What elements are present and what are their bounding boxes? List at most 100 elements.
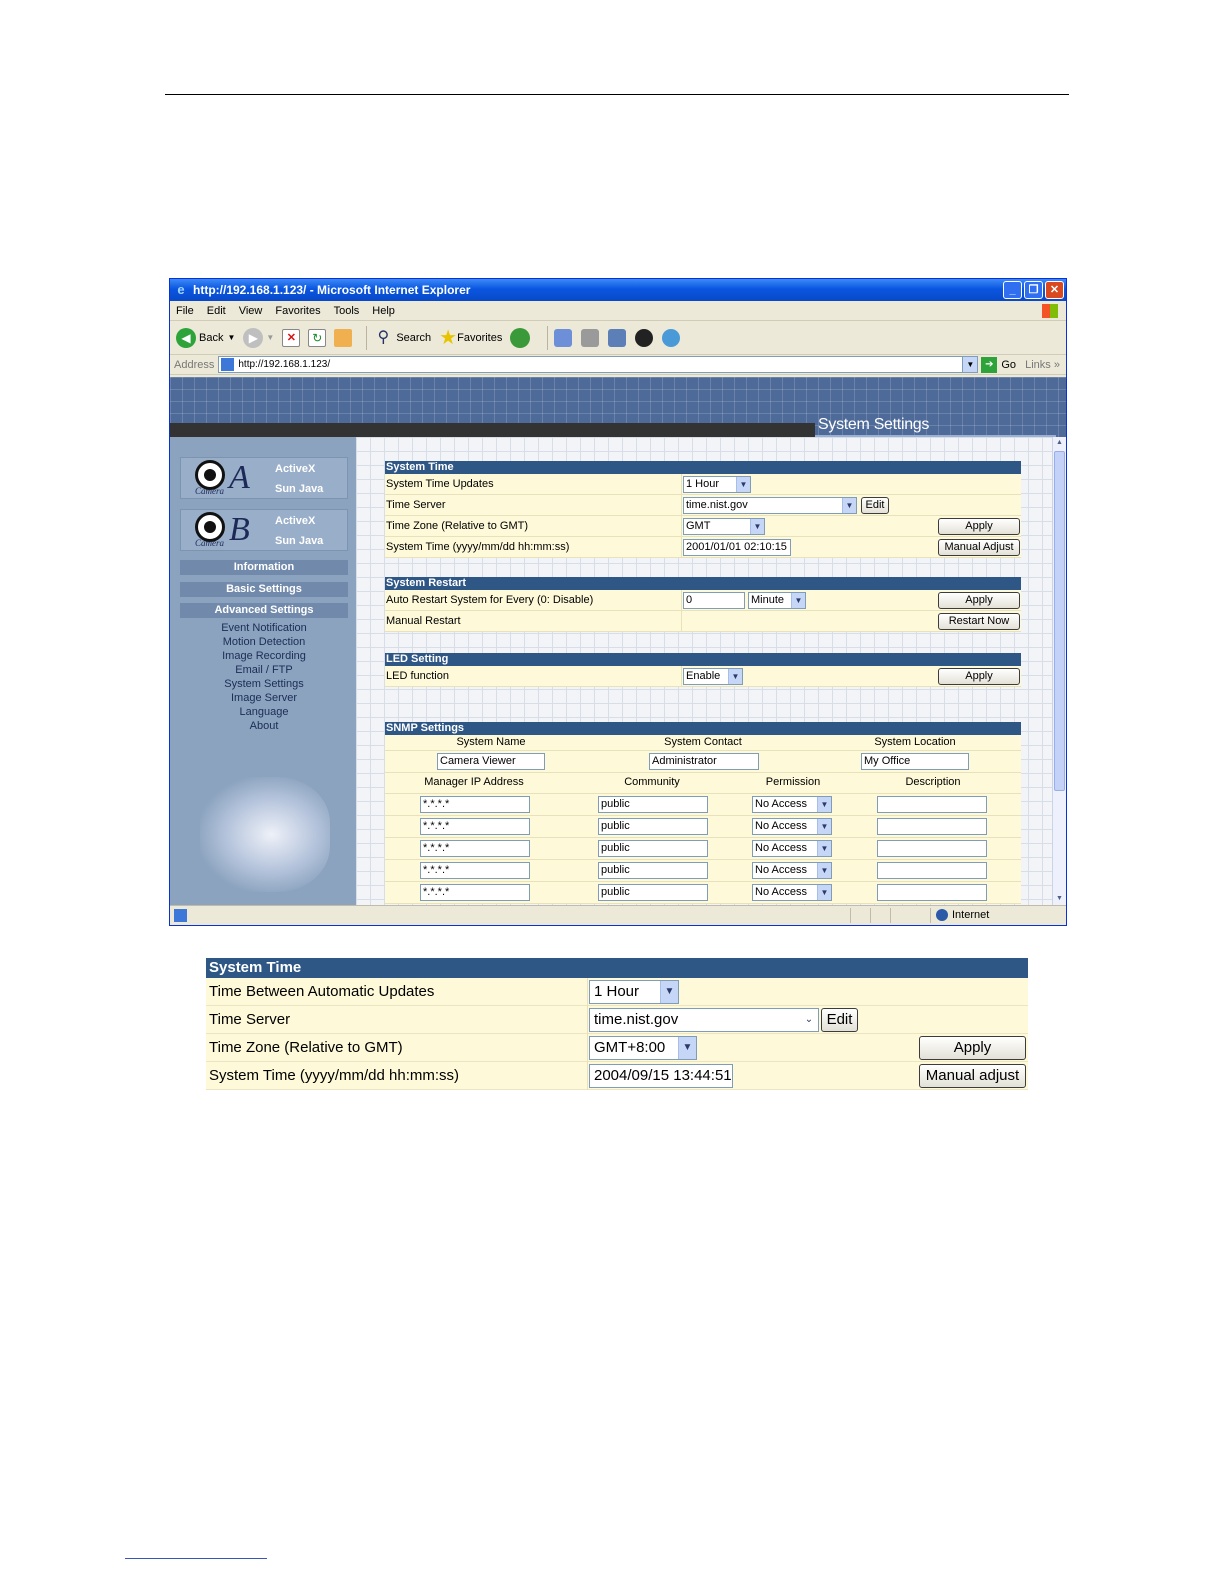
apply-time-zone-button[interactable]: Apply [919, 1036, 1026, 1060]
edit-server-button[interactable]: Edit [861, 497, 889, 514]
restart-unit-select[interactable]: Minute ▼ [748, 592, 806, 609]
manager-ip-input[interactable]: *.*.*.* [420, 862, 530, 879]
permission-select[interactable]: No Access ▼ [752, 862, 832, 879]
security-zone: Internet [936, 909, 989, 921]
time-updates-select[interactable]: 1 Hour ▼ [589, 980, 679, 1004]
description-input[interactable] [877, 818, 987, 835]
camera-b-activex-link[interactable]: ActiveX [275, 515, 315, 527]
restore-icon[interactable]: ❐ [1024, 281, 1043, 299]
sidebar-item-language[interactable]: Language [180, 705, 348, 719]
system-time-input[interactable]: 2001/01/01 02:10:15 [683, 539, 791, 556]
toolbar: ◀ Back ▼ ▶ ▼ ✕ ↻ ⚲ Search ★ Favorites [170, 321, 1066, 355]
manager-ip-input[interactable]: *.*.*.* [420, 796, 530, 813]
stop-icon[interactable]: ✕ [282, 328, 301, 347]
sidebar-item-image-recording[interactable]: Image Recording [180, 649, 348, 663]
apply-led-button[interactable]: Apply [938, 668, 1020, 685]
menu-file[interactable]: File [176, 305, 194, 317]
menu-help[interactable]: Help [372, 305, 395, 317]
permission-select[interactable]: No Access ▼ [752, 796, 832, 813]
apply-restart-button[interactable]: Apply [938, 592, 1020, 609]
description-input[interactable] [877, 796, 987, 813]
contacts-icon[interactable] [662, 328, 681, 347]
print-icon[interactable] [581, 328, 600, 347]
address-input[interactable]: http://192.168.1.123/ ▼ [218, 356, 979, 373]
mail-icon[interactable] [554, 328, 573, 347]
menu-tools[interactable]: Tools [334, 305, 360, 317]
banner-title: System Settings [818, 416, 930, 433]
community-input[interactable]: public [598, 884, 708, 901]
community-input[interactable]: public [598, 862, 708, 879]
edit-server-button[interactable]: Edit [821, 1008, 858, 1032]
menu-edit[interactable]: Edit [207, 305, 226, 317]
column-header: System Name [456, 736, 526, 748]
media-icon[interactable] [510, 327, 531, 348]
back-button[interactable]: ◀ Back ▼ [176, 327, 235, 348]
system-contact-input[interactable]: Administrator [649, 753, 759, 770]
manual-adjust-button[interactable]: Manual Adjust [938, 539, 1020, 556]
manager-ip-input[interactable]: *.*.*.* [420, 840, 530, 857]
description-input[interactable] [877, 862, 987, 879]
page-viewport: System Settings A Camera ActiveX Sun Jav… [170, 377, 1066, 905]
apply-time-zone-button[interactable]: Apply [938, 518, 1020, 535]
camera-b-java-link[interactable]: Sun Java [275, 535, 323, 547]
time-server-select[interactable]: time.nist.gov ▼ [683, 497, 857, 514]
sidebar-item-motion-detection[interactable]: Motion Detection [180, 635, 348, 649]
back-dropdown-icon[interactable]: ▼ [227, 333, 235, 342]
favorites-button[interactable]: ★ Favorites [439, 328, 502, 348]
sidebar-advanced-settings[interactable]: Advanced Settings [180, 603, 348, 618]
description-input[interactable] [877, 884, 987, 901]
menu-favorites[interactable]: Favorites [275, 305, 320, 317]
permission-select[interactable]: No Access ▼ [752, 884, 832, 901]
sidebar-basic-settings[interactable]: Basic Settings [180, 582, 348, 597]
forward-button[interactable]: ▶ ▼ [243, 327, 274, 348]
sidebar-information[interactable]: Information [180, 560, 348, 575]
time-zone-select[interactable]: GMT ▼ [683, 518, 765, 535]
scroll-down-icon[interactable]: ▼ [1054, 893, 1065, 905]
system-time-input[interactable]: 2004/09/15 13:44:51 [589, 1064, 733, 1088]
manual-adjust-button[interactable]: Manual adjust [919, 1064, 1026, 1088]
sidebar-item-image-server[interactable]: Image Server [180, 691, 348, 705]
scroll-up-icon[interactable]: ▲ [1054, 437, 1065, 449]
row-label: Manual Restart [386, 615, 461, 627]
community-input[interactable]: public [598, 840, 708, 857]
scrollbar-thumb[interactable] [1054, 451, 1065, 791]
camera-a-activex-link[interactable]: ActiveX [275, 463, 315, 475]
time-zone-select[interactable]: GMT+8:00 ▼ [589, 1036, 697, 1060]
close-icon[interactable]: ✕ [1045, 281, 1064, 299]
permission-select[interactable]: No Access ▼ [752, 818, 832, 835]
address-dropdown-icon[interactable]: ▼ [962, 357, 978, 372]
home-icon[interactable] [334, 328, 353, 347]
system-name-input[interactable]: Camera Viewer [437, 753, 545, 770]
chevron-down-icon: ▼ [660, 981, 678, 1003]
manager-ip-input[interactable]: *.*.*.* [420, 884, 530, 901]
edit-page-icon[interactable] [608, 328, 627, 347]
community-input[interactable]: public [598, 818, 708, 835]
time-server-select[interactable]: time.nist.gov ⌄ [589, 1008, 819, 1032]
restart-now-button[interactable]: Restart Now [938, 613, 1020, 630]
messenger-icon[interactable] [635, 328, 654, 347]
manager-ip-input[interactable]: *.*.*.* [420, 818, 530, 835]
community-input[interactable]: public [598, 796, 708, 813]
sidebar-item-event-notification[interactable]: Event Notification [180, 621, 348, 635]
description-input[interactable] [877, 840, 987, 857]
refresh-icon[interactable]: ↻ [308, 328, 327, 347]
permission-select[interactable]: No Access ▼ [752, 840, 832, 857]
forward-dropdown-icon[interactable]: ▼ [266, 333, 274, 342]
section-header: System Time [206, 958, 1028, 978]
minimize-icon[interactable]: _ [1003, 281, 1022, 299]
vertical-scrollbar[interactable]: ▲ ▼ [1052, 437, 1066, 905]
system-location-input[interactable]: My Office [861, 753, 969, 770]
go-button[interactable]: ➔ Go [981, 356, 1016, 373]
chevron-down-icon: ▼ [817, 797, 831, 812]
sidebar-item-about[interactable]: About [180, 719, 348, 733]
search-button[interactable]: ⚲ Search [373, 328, 431, 348]
links-button[interactable]: Links » [1025, 359, 1060, 371]
led-function-select[interactable]: Enable ▼ [683, 668, 743, 685]
time-updates-select[interactable]: 1 Hour ▼ [683, 476, 751, 493]
settings-content: System Time System Time Updates 1 Hour ▼ … [356, 437, 1052, 905]
sidebar-item-system-settings[interactable]: System Settings [180, 677, 348, 691]
camera-a-java-link[interactable]: Sun Java [275, 483, 323, 495]
menu-view[interactable]: View [239, 305, 263, 317]
restart-interval-input[interactable]: 0 [683, 592, 745, 609]
sidebar-item-email-ftp[interactable]: Email / FTP [180, 663, 348, 677]
